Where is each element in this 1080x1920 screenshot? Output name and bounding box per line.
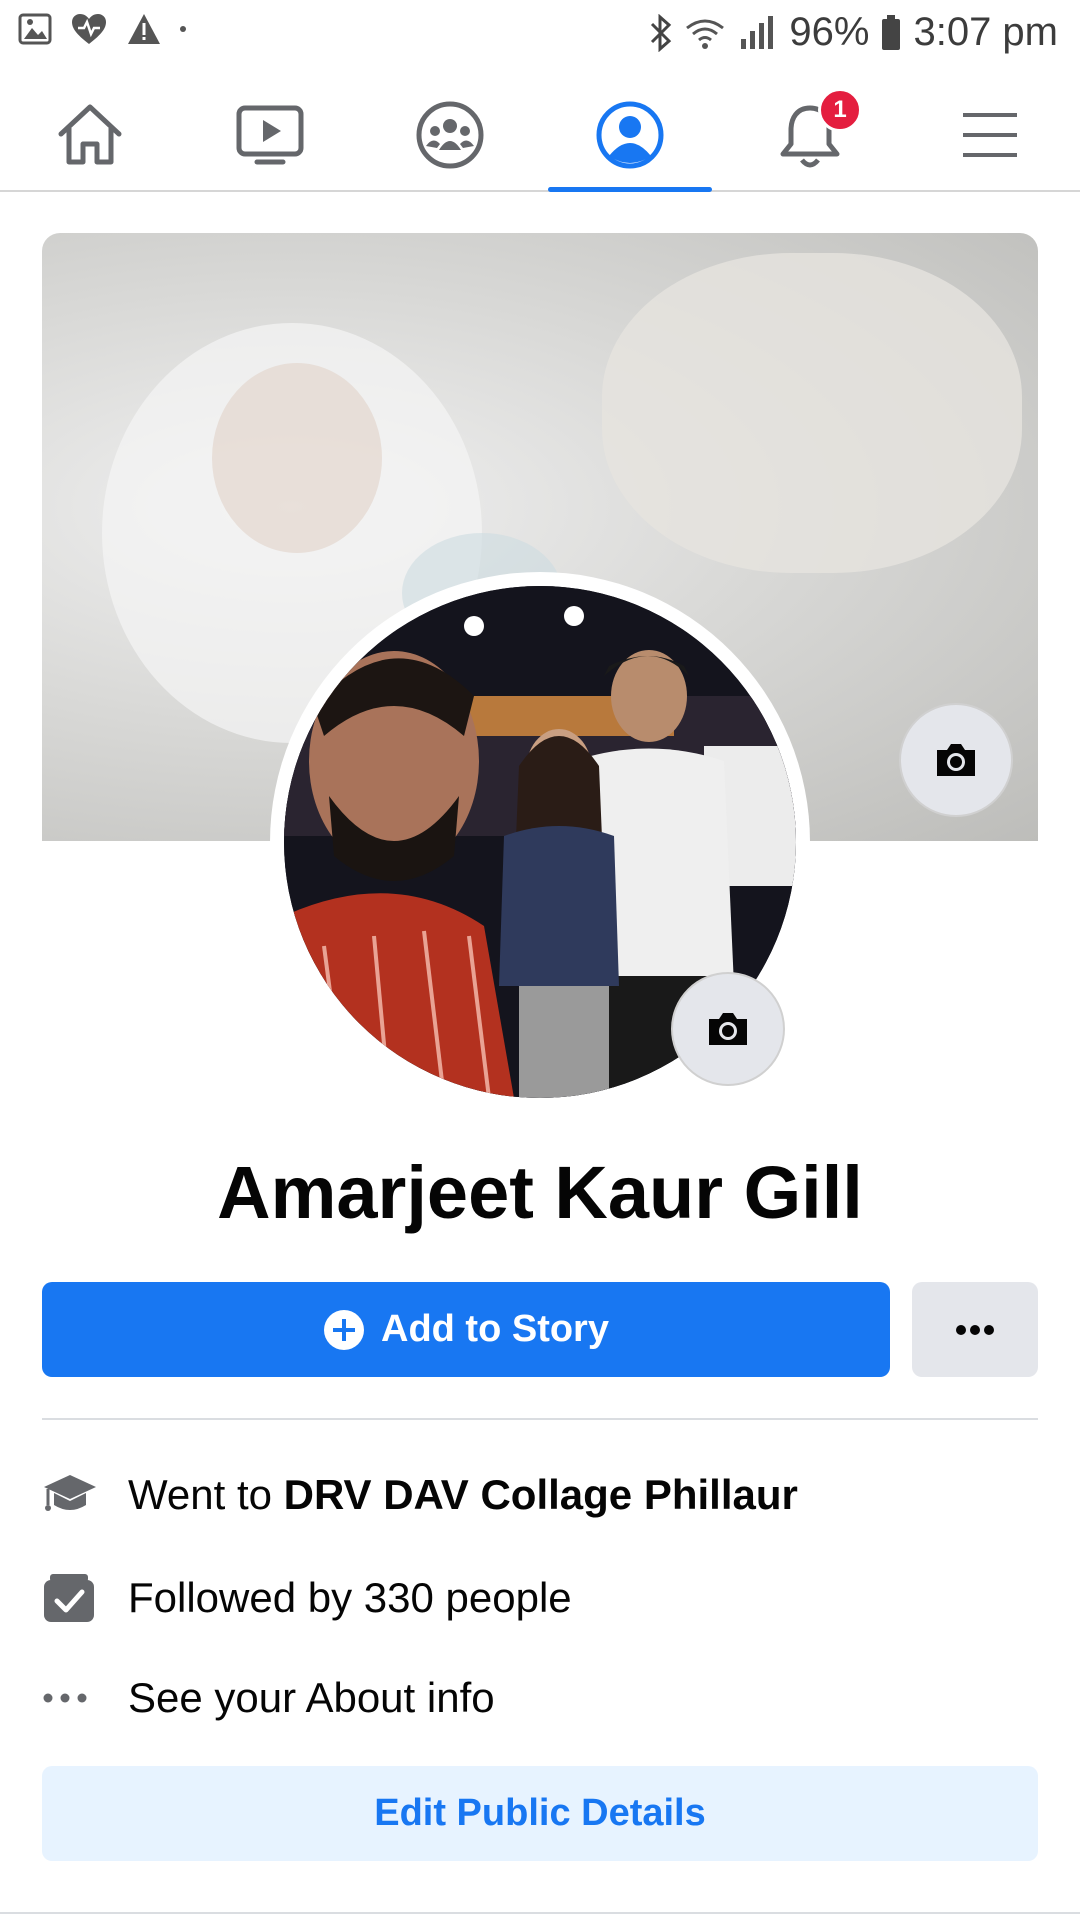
education-school[interactable]: DRV DAV Collage Phillaur	[284, 1471, 798, 1518]
about-info-row[interactable]: See your About info	[42, 1663, 1038, 1733]
video-icon	[236, 105, 304, 165]
top-nav-bar: 1	[0, 80, 1080, 192]
education-text: Went to DRV DAV Collage Phillaur	[128, 1471, 798, 1519]
edit-profile-picture-button[interactable]	[671, 972, 785, 1086]
tab-profile[interactable]	[540, 80, 720, 192]
add-to-story-label: Add to Story	[381, 1308, 609, 1350]
tab-notifications[interactable]: 1	[720, 80, 900, 190]
warning-icon	[128, 14, 160, 44]
more-dots-icon	[43, 1693, 87, 1703]
plus-circle-icon	[324, 1309, 364, 1350]
education-prefix: Went to	[128, 1471, 284, 1518]
add-to-story-button[interactable]: Add to Story	[42, 1282, 890, 1377]
followers-text: Followed by 330 people	[128, 1574, 572, 1621]
notification-badge: 1	[818, 88, 862, 132]
more-dots-icon	[956, 1324, 994, 1335]
bluetooth-icon	[651, 13, 672, 52]
clock: 3:07 pm	[913, 10, 1058, 54]
bottom-divider	[0, 1912, 1080, 1914]
profile-icon	[596, 101, 664, 169]
education-row[interactable]: Went to DRV DAV Collage Phillaur	[42, 1460, 1038, 1530]
wifi-icon	[686, 19, 725, 49]
tab-home[interactable]	[0, 80, 180, 190]
graduation-cap-icon	[44, 1475, 96, 1511]
tab-watch[interactable]	[180, 80, 360, 190]
groups-icon	[416, 101, 484, 169]
tab-groups[interactable]	[360, 80, 540, 190]
status-bar: 96% 3:07 pm	[0, 0, 1080, 66]
tab-menu[interactable]	[900, 80, 1080, 190]
cover-photo-shape	[602, 253, 1022, 573]
camera-icon	[709, 1013, 747, 1045]
health-notification-icon	[72, 14, 106, 44]
status-left-icons	[18, 12, 186, 46]
signal-icon	[741, 15, 774, 49]
cover-photo-shape	[212, 363, 382, 553]
followers-row[interactable]: Followed by 330 people	[42, 1563, 1038, 1633]
edit-cover-photo-button[interactable]	[899, 703, 1013, 817]
status-dot	[180, 26, 186, 32]
hamburger-menu-icon	[963, 113, 1017, 157]
followers-icon	[44, 1574, 94, 1622]
battery-icon	[882, 14, 901, 50]
status-right: 96% 3:07 pm	[649, 10, 1058, 55]
about-info-text: See your About info	[128, 1674, 495, 1721]
section-divider	[42, 1418, 1038, 1420]
edit-public-details-button[interactable]: Edit Public Details	[42, 1766, 1038, 1861]
home-icon	[58, 104, 122, 165]
profile-name: Amarjeet Kaur Gill	[217, 1151, 863, 1234]
battery-percent: 96%	[789, 10, 870, 54]
gallery-notification-icon	[18, 13, 52, 45]
more-options-button[interactable]	[912, 1282, 1038, 1377]
camera-icon	[937, 744, 975, 776]
